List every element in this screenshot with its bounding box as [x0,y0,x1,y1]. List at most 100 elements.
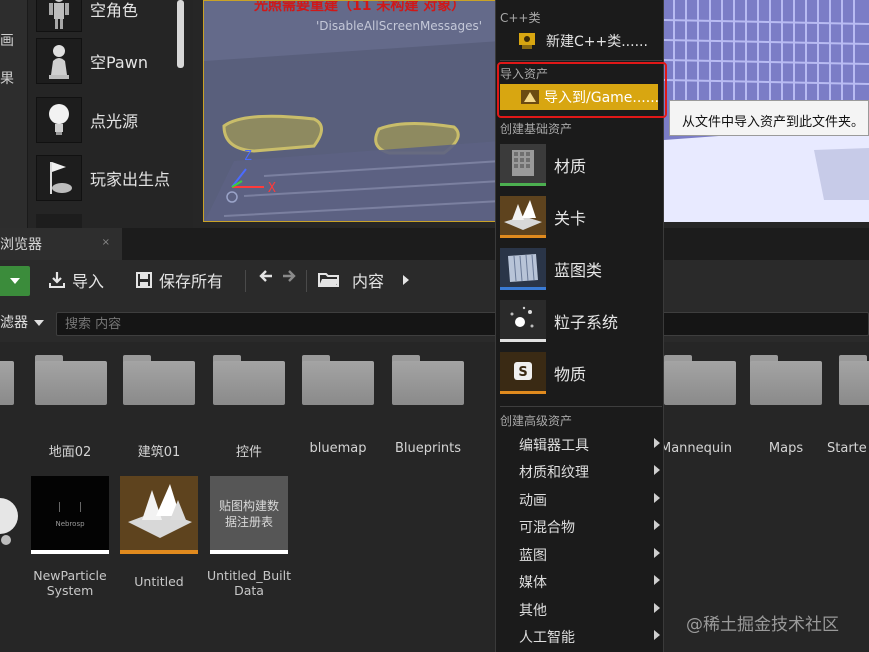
folder-icon[interactable] [750,355,822,405]
level-thumb [120,476,198,550]
actor-item-point-light[interactable]: 点光源 [36,95,196,145]
level-icon [120,476,198,550]
path-expand-button[interactable] [402,274,416,286]
material-icon [500,144,546,186]
watermark: @稀土掘金技术社区 [686,615,839,635]
asset-tile-built-data[interactable]: 贴图构建数 据注册表 [210,476,288,554]
actor-item-character[interactable]: 空角色 [36,0,196,34]
content-browser-tabbar: 浏览器 × [0,228,869,260]
submenu-arrow-icon [654,438,660,448]
save-all-label: 保存所有 [159,272,224,291]
advanced-item[interactable]: 媒体 [519,572,547,592]
place-panel-scrollbar[interactable] [177,0,184,68]
folder-open-icon [318,273,339,287]
actor-item-pawn[interactable]: 空Pawn [36,36,196,86]
folder-label: 建筑01 [137,445,181,460]
axis-gizmo-icon [226,168,264,203]
basic-asset-label: 物质 [554,365,587,384]
thumb-text: 贴图构建数 [218,499,279,513]
sphere-thumb [0,498,18,545]
folder-label: Maps [768,441,804,456]
basic-asset-blueprint[interactable]: 蓝图类 [500,247,658,291]
new-cpp-class-item[interactable]: 新建C++类...... [516,31,648,51]
advanced-item[interactable]: 蓝图 [519,545,547,565]
arrow-right-icon [283,270,296,282]
history-forward-button[interactable] [281,268,303,284]
advanced-item[interactable]: 动画 [519,490,547,510]
place-actors-panel: 空角色 空Pawn 点光源 玩家出生点 [28,0,193,228]
basic-asset-material[interactable]: 材质 [500,143,658,187]
point-light-icon [36,97,82,143]
filters-label: 滤器 [0,315,28,331]
section-advanced: 创建高级资产 [500,414,573,428]
folder-icon[interactable] [664,355,736,405]
annotation-highlight-box [497,62,667,118]
asset-label: NewParticle System [22,568,118,598]
folder-icon[interactable] [0,355,14,405]
built-data-thumb: 贴图构建数 据注册表 [210,476,288,550]
actor-label: 空角色 [90,1,139,20]
asset-type-bar [31,550,109,554]
level-icon [500,196,546,238]
add-new-button[interactable] [0,266,30,296]
basic-asset-level[interactable]: 关卡 [500,195,658,239]
save-all-button[interactable]: 保存所有 [135,268,223,292]
asset-label: Untitled [134,574,184,589]
svg-text:S: S [518,365,527,380]
submenu-arrow-icon [654,603,660,613]
folder-icon[interactable] [213,355,285,405]
basic-asset-substance[interactable]: S 物质 [500,351,658,395]
search-input[interactable] [56,312,869,336]
advanced-item[interactable]: 可混合物 [519,517,575,537]
submenu-arrow-icon [654,630,660,640]
tab-content-browser[interactable]: 浏览器 × [0,228,122,260]
actor-item-player-start[interactable]: 玩家出生点 [36,153,196,203]
basic-asset-particle[interactable]: 粒子系统 [500,299,658,343]
chevron-down-icon [34,320,45,326]
thumb-text: 据注册表 [224,515,273,529]
advanced-item[interactable]: 材质和纹理 [519,462,589,482]
filters-button[interactable]: 滤器 [0,312,45,332]
asset-label-line: NewParticle [33,568,107,583]
folder-label: Blueprints [394,441,462,456]
asset-type-bar [210,550,288,554]
folder-icon[interactable] [35,355,107,405]
import-button[interactable]: 导入 [48,268,104,292]
path-content-label: 内容 [352,272,385,291]
section-basic: 创建基础资产 [500,122,573,136]
submenu-arrow-icon [654,493,660,503]
close-icon[interactable]: × [102,237,110,248]
actor-label: 玩家出生点 [90,170,171,189]
advanced-item[interactable]: 人工智能 [519,627,575,647]
folder-icon[interactable] [392,355,464,405]
save-icon [136,272,152,288]
viewport-message: 'DisableAllScreenMessages' [316,19,483,33]
folder-label: 地面02 [48,445,92,460]
actor-label: 点光源 [90,112,139,131]
folder-icon[interactable] [839,355,869,405]
character-icon [36,0,82,32]
folder-label: 控件 [235,445,262,460]
player-start-icon [36,155,82,201]
path-content-button[interactable]: 内容 [318,268,384,292]
level-viewport[interactable]: 光照需要重建（11 未构建 对象） 'DisableAllScreenMessa… [203,0,500,222]
section-cpp: C++类 [500,11,541,25]
submenu-arrow-icon [654,520,660,530]
menu-divider [500,60,662,61]
particle-thumb-text: Nebrosp [55,520,85,528]
asset-tile-partial[interactable] [0,476,18,550]
chevron-right-icon [403,275,409,285]
filter-row: 滤器 [0,302,869,342]
asset-tile-particle[interactable]: Nebrosp [31,476,109,554]
particle-system-icon [500,300,546,342]
basic-asset-label: 蓝图类 [554,261,603,280]
left-strip-char: 画 [0,33,14,49]
basic-asset-label: 材质 [554,157,587,176]
basic-asset-label: 关卡 [554,209,587,228]
folder-icon[interactable] [302,355,374,405]
history-back-button[interactable] [258,268,280,284]
advanced-item[interactable]: 编辑器工具 [519,435,589,455]
asset-tile-level[interactable] [120,476,198,554]
folder-icon[interactable] [123,355,195,405]
advanced-item[interactable]: 其他 [519,600,547,620]
